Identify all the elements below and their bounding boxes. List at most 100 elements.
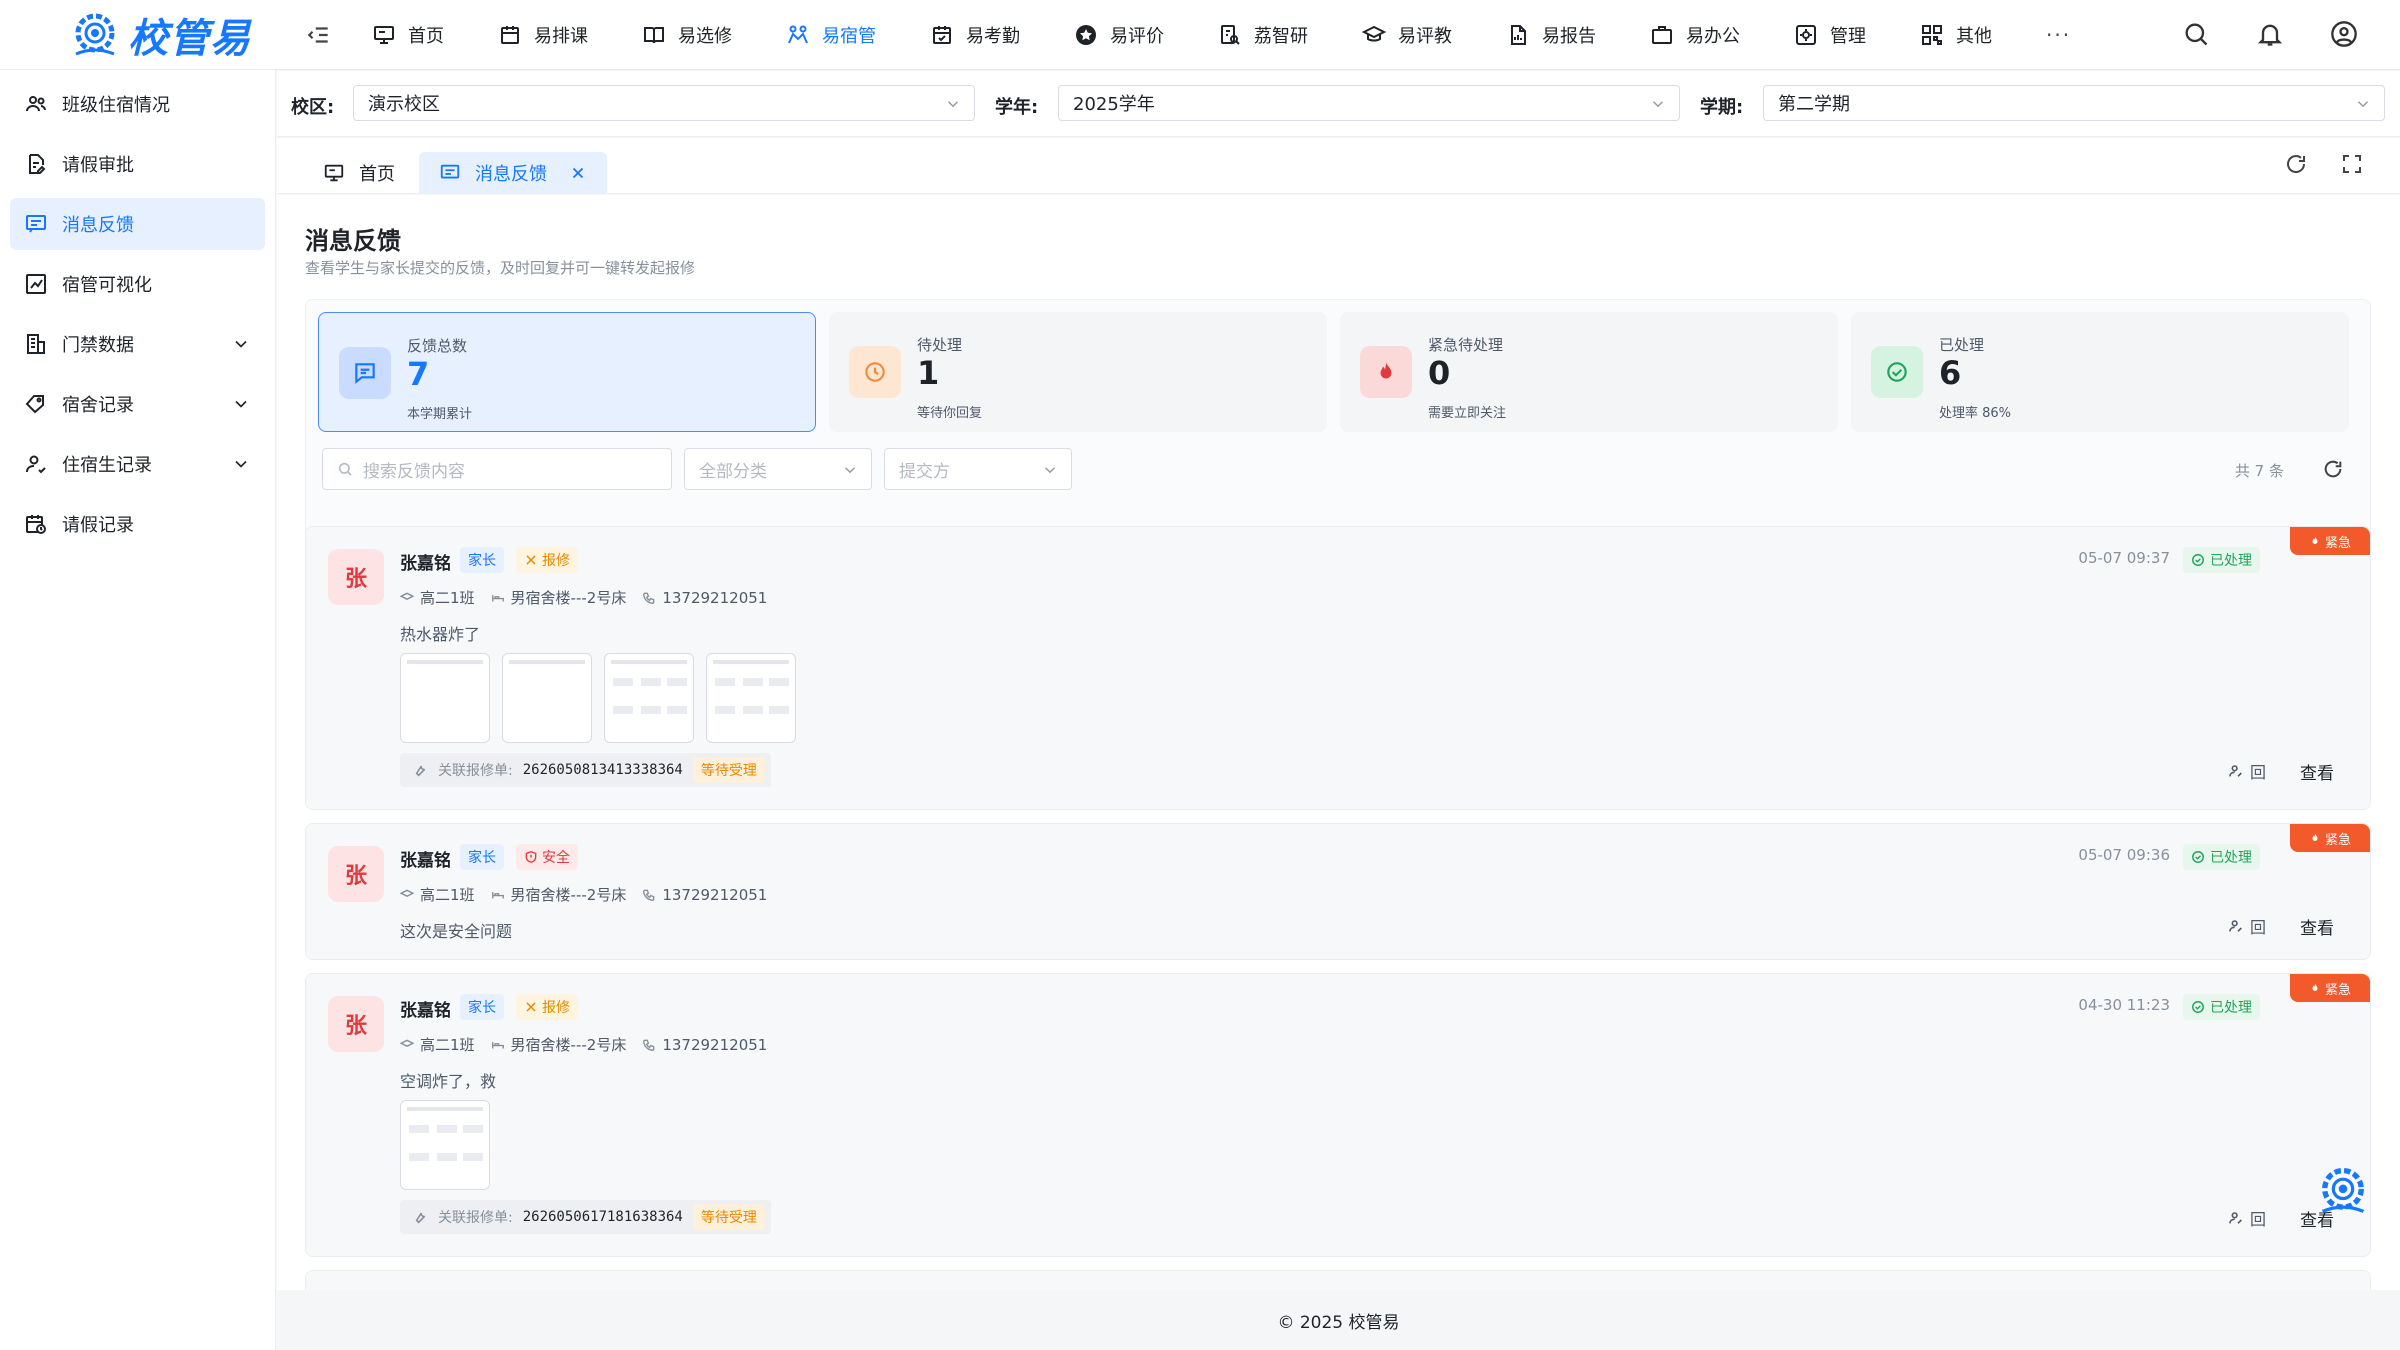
nav-item-office[interactable]: 易办公 bbox=[1650, 0, 1740, 70]
sidebar-item-class-lodging[interactable]: 班级住宿情况 bbox=[10, 78, 265, 130]
feedback-card[interactable]: 张 张嘉铭 家长 安全 高二1班 男宿舍楼---2号床 13729212051 … bbox=[305, 823, 2371, 960]
sidebar-item-feedback[interactable]: 消息反馈 bbox=[10, 198, 265, 250]
user-edit-icon bbox=[2229, 1212, 2242, 1224]
submitter-name: 张嘉铭 bbox=[400, 851, 451, 871]
search-icon bbox=[2185, 23, 2208, 46]
feedback-card[interactable] bbox=[305, 1270, 2371, 1290]
attachment-thumbnail[interactable] bbox=[400, 1100, 490, 1190]
nav-item-electives[interactable]: 易选修 bbox=[642, 0, 732, 70]
campus-select[interactable]: 演示校区 bbox=[353, 85, 975, 121]
sidebar-item-access-control[interactable]: 门禁数据 bbox=[10, 318, 265, 370]
urgent-badge: 紧急 bbox=[2290, 824, 2370, 852]
category-tag: 报修 bbox=[516, 994, 578, 1020]
tab-strip: 首页 消息反馈 bbox=[277, 138, 2400, 194]
category-select[interactable]: 全部分类 bbox=[684, 448, 872, 490]
attachment-thumbnail[interactable] bbox=[604, 653, 694, 743]
refresh-icon[interactable] bbox=[2322, 458, 2344, 480]
graduation-cap-icon bbox=[400, 592, 414, 600]
timestamp: 05-07 09:36 bbox=[2078, 846, 2170, 864]
copyright-text: © 2025 校管易 bbox=[1277, 1312, 1400, 1333]
tab-feedback[interactable]: 消息反馈 bbox=[419, 152, 607, 194]
sidebar-item-visualization[interactable]: 宿管可视化 bbox=[10, 258, 265, 310]
user-edit-icon bbox=[2229, 920, 2242, 932]
year-label: 学年: bbox=[995, 97, 1039, 118]
feedback-card[interactable]: 张 张嘉铭 家长 报修 高二1班 男宿舍楼---2号床 13729212051 … bbox=[305, 973, 2371, 1257]
tab-actions bbox=[2284, 152, 2364, 176]
nav-more-button[interactable]: ··· bbox=[2046, 0, 2071, 70]
attachment-thumbnail[interactable] bbox=[400, 653, 490, 743]
reply-button[interactable]: 回 bbox=[2228, 759, 2266, 783]
message-icon bbox=[440, 164, 460, 179]
search-button[interactable] bbox=[2182, 20, 2210, 53]
stat-urgent[interactable]: 紧急待处理 0 需要立即关注 bbox=[1340, 312, 1838, 432]
graduation-cap-icon bbox=[400, 1039, 414, 1047]
tab-home[interactable]: 首页 bbox=[303, 152, 415, 194]
repair-status-badge: 等待受理 bbox=[692, 757, 765, 783]
view-button[interactable]: 查看 bbox=[2300, 759, 2334, 784]
submitter-name: 张嘉铭 bbox=[400, 554, 451, 574]
flame-icon bbox=[2312, 536, 2318, 544]
bell-icon bbox=[2257, 24, 2283, 46]
search-input[interactable]: 搜索反馈内容 bbox=[322, 448, 672, 490]
term-select[interactable]: 第二学期 bbox=[1763, 85, 2385, 121]
close-icon[interactable] bbox=[569, 164, 587, 182]
attachment-thumbnail[interactable] bbox=[502, 653, 592, 743]
nav-item-reports[interactable]: 易报告 bbox=[1506, 0, 1596, 70]
year-select[interactable]: 2025学年 bbox=[1058, 85, 1680, 121]
calendar-clock-icon bbox=[26, 515, 46, 534]
submitter-select[interactable]: 提交方 bbox=[884, 448, 1072, 490]
wrench-icon bbox=[526, 555, 536, 565]
urgent-badge: 紧急 bbox=[2290, 527, 2370, 555]
category-tag: 安全 bbox=[516, 844, 578, 870]
menu-collapse-icon[interactable] bbox=[306, 22, 332, 48]
footer: © 2025 校管易 bbox=[277, 1290, 2400, 1350]
nav-item-teaching-eval[interactable]: 易评教 bbox=[1362, 0, 1452, 70]
notification-button[interactable] bbox=[2256, 20, 2284, 53]
linked-repair-order[interactable]: 关联报修单: 2626050813413338364 等待受理 bbox=[400, 753, 771, 787]
reply-button[interactable]: 回 bbox=[2228, 1206, 2266, 1230]
chart-icon bbox=[26, 274, 46, 294]
briefcase-icon bbox=[1652, 26, 1672, 44]
assistant-gear-icon[interactable] bbox=[2314, 1162, 2372, 1220]
user-edit-icon bbox=[2229, 765, 2242, 777]
submitter-name: 张嘉铭 bbox=[400, 1001, 451, 1021]
phone-icon bbox=[643, 889, 655, 901]
refresh-icon[interactable] bbox=[2284, 152, 2308, 176]
top-nav: 首页 易排课 易选修 易宿管 易考勤 易评价 荔智研 易评教 易报告 易办公 管… bbox=[372, 0, 2125, 70]
chevron-down-icon bbox=[1652, 101, 1664, 108]
view-button[interactable]: 查看 bbox=[2300, 914, 2334, 939]
attachment-thumbnail[interactable] bbox=[706, 653, 796, 743]
sidebar-item-leave-records[interactable]: 请假记录 bbox=[10, 498, 265, 550]
gear-logo-icon bbox=[75, 13, 115, 56]
fullscreen-icon[interactable] bbox=[2340, 152, 2364, 176]
linked-repair-order[interactable]: 关联报修单: 2626050617181638364 等待受理 bbox=[400, 1200, 771, 1234]
nav-item-dorm[interactable]: 易宿管 bbox=[786, 0, 876, 70]
reply-button[interactable]: 回 bbox=[2228, 914, 2266, 938]
nav-item-scheduling[interactable]: 易排课 bbox=[498, 0, 588, 70]
feedback-card[interactable]: 张 张嘉铭 家长 报修 高二1班 男宿舍楼---2号床 13729212051 … bbox=[305, 526, 2371, 810]
message-icon bbox=[26, 215, 46, 233]
stat-pending[interactable]: 待处理 1 等待你回复 bbox=[829, 312, 1327, 432]
sidebar-item-leave-approval[interactable]: 请假审批 bbox=[10, 138, 265, 190]
nav-item-attendance[interactable]: 易考勤 bbox=[930, 0, 1020, 70]
nav-item-other[interactable]: 其他 bbox=[1920, 0, 1992, 70]
star-icon bbox=[1076, 25, 1096, 45]
document-edit-icon bbox=[29, 154, 46, 174]
nav-item-research[interactable]: 荔智研 bbox=[1218, 0, 1308, 70]
user-menu-button[interactable] bbox=[2330, 20, 2358, 53]
stat-resolved[interactable]: 已处理 6 处理率 86% bbox=[1851, 312, 2349, 432]
nav-item-home[interactable]: 首页 bbox=[372, 0, 444, 70]
sidebar-item-dorm-records[interactable]: 宿舍记录 bbox=[10, 378, 265, 430]
settings-icon bbox=[1796, 25, 1816, 45]
nav-item-admin[interactable]: 管理 bbox=[1794, 0, 1866, 70]
feedback-content: 空调炸了，救 bbox=[400, 1072, 497, 1091]
check-circle-icon bbox=[1887, 362, 1907, 382]
nav-item-evaluation[interactable]: 易评价 bbox=[1074, 0, 1164, 70]
sidebar: 班级住宿情况 请假审批 消息反馈 宿管可视化 门禁数据 宿舍记录 住宿生记录 请… bbox=[0, 70, 276, 1350]
sidebar-item-boarder-records[interactable]: 住宿生记录 bbox=[10, 438, 265, 490]
graduation-cap-icon bbox=[1362, 25, 1386, 42]
shield-icon bbox=[525, 851, 537, 863]
feedback-content: 热水器炸了 bbox=[400, 625, 481, 644]
stat-total[interactable]: 反馈总数 7 本学期累计 bbox=[318, 312, 816, 432]
brand-logo[interactable]: 校管易 bbox=[68, 4, 251, 66]
